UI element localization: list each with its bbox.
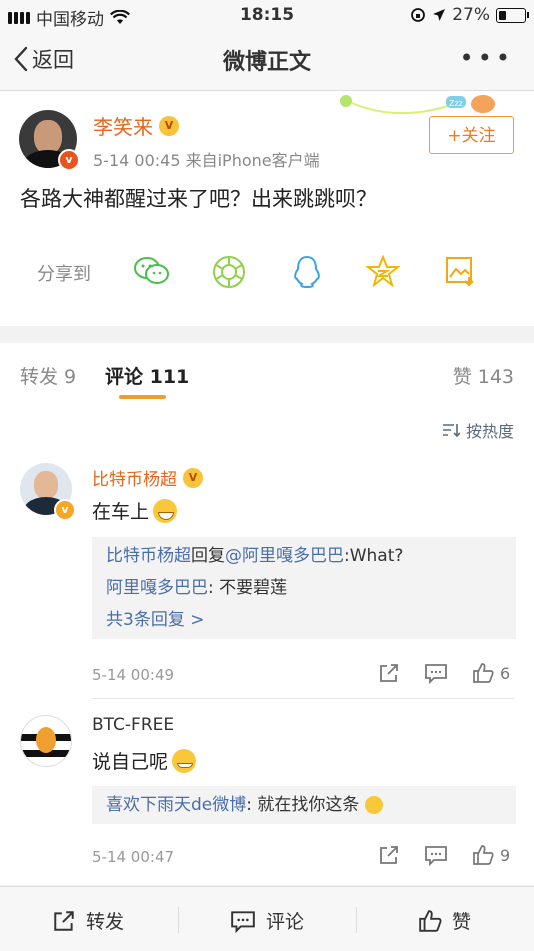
commenter-name[interactable]: 比特币杨超 <box>92 465 177 490</box>
save-image-icon[interactable] <box>444 255 476 287</box>
sort-label: 按热度 <box>465 422 514 441</box>
reply-line: 比特币杨超回复@阿里嘎多巴巴:What? <box>106 546 404 566</box>
bottom-action-bar: 转发 评论 赞 <box>0 886 534 951</box>
comment-time: 5-14 00:47 <box>92 848 175 866</box>
like-label: 赞 <box>452 911 472 933</box>
commenter-avatar[interactable] <box>20 715 72 767</box>
comment-list: 按热度 v 比特币杨超 V 在车上 比特币杨超回复@阿里嘎多巴巴:What? 阿… <box>0 405 534 885</box>
active-tab-indicator <box>119 395 166 399</box>
moments-icon[interactable] <box>212 255 246 289</box>
battery-percent: 27% <box>452 5 490 25</box>
sort-button[interactable]: 按热度 <box>442 418 514 442</box>
thumbs-up-icon <box>473 845 494 865</box>
share-label: 分享到 <box>37 264 91 285</box>
repost-label: 转发 <box>86 911 125 933</box>
reply-icon[interactable] <box>424 662 448 684</box>
nav-bar: 返回 微博正文 ••• <box>0 30 534 91</box>
qzone-icon[interactable] <box>366 255 400 287</box>
like-post-button[interactable]: 赞 <box>418 907 471 934</box>
smug-emoji-icon <box>172 748 197 773</box>
comment-icon <box>231 910 255 933</box>
member-crown-icon: V <box>159 115 179 136</box>
reply-preview[interactable]: 喜欢下雨天de微博: 就在找你这条 <box>92 786 516 824</box>
post-time-source: 5-14 00:45 来自iPhone客户端 <box>93 151 320 170</box>
wechat-icon[interactable] <box>133 255 171 287</box>
post-tabs: 转发 9 评论 111 赞 143 <box>0 343 534 406</box>
more-options-button[interactable]: ••• <box>460 44 514 72</box>
more-replies-link[interactable]: 共3条回复 > <box>92 604 516 636</box>
tab-comments[interactable]: 评论 111 <box>105 362 189 389</box>
post-content: 各路大神都醒过来了吧？出来跳跳呗？ <box>20 187 377 211</box>
verified-badge-icon: v <box>54 499 76 521</box>
reply-line: 喜欢下雨天de微博: 就在找你这条 <box>92 789 516 821</box>
decoration-sleeping-cat-icon: Zzz <box>340 95 495 115</box>
divider <box>356 907 357 933</box>
divider <box>178 907 179 933</box>
grin-emoji-icon <box>153 498 178 523</box>
author-name[interactable]: 李笑来 <box>93 111 153 140</box>
reply-line: 阿里嘎多巴巴: 不要碧莲 <box>106 578 288 598</box>
comment-text: 在车上 <box>92 501 150 523</box>
repost-icon[interactable] <box>378 844 400 866</box>
status-bar: 中国移动 18:15 27% <box>0 0 534 30</box>
sort-icon <box>442 424 460 438</box>
thumbs-up-icon <box>473 663 494 683</box>
like-button[interactable]: 6 <box>472 662 510 684</box>
comment-button[interactable]: 评论 <box>230 907 304 934</box>
repost-icon[interactable] <box>378 662 400 684</box>
reply-icon[interactable] <box>424 844 448 866</box>
comment-time: 5-14 00:49 <box>92 666 175 684</box>
comment-label: 评论 <box>266 911 305 933</box>
repost-button[interactable]: 转发 <box>52 907 124 934</box>
location-icon <box>433 9 446 21</box>
thumbs-up-icon <box>419 909 442 932</box>
battery-icon <box>496 7 529 23</box>
share-row: 分享到 <box>0 249 534 293</box>
cat-emoji-icon <box>364 796 383 814</box>
svg-text:Zzz: Zzz <box>449 99 463 108</box>
page-title: 微博正文 <box>222 50 311 75</box>
like-button[interactable]: 9 <box>472 844 510 866</box>
commenter-name[interactable]: BTC-FREE <box>92 715 174 735</box>
reply-preview[interactable]: 比特币杨超回复@阿里嘎多巴巴:What? 阿里嘎多巴巴: 不要碧莲 共3条回复 … <box>92 537 516 639</box>
verified-badge-icon: v <box>58 149 80 171</box>
member-crown-icon: V <box>183 467 203 488</box>
orientation-lock-icon <box>411 8 426 22</box>
like-count: 9 <box>500 845 511 865</box>
comment-text: 说自己呢 <box>92 751 169 773</box>
like-count: 6 <box>500 663 511 683</box>
tab-repost[interactable]: 转发 9 <box>20 362 76 389</box>
qq-icon[interactable] <box>292 255 322 289</box>
weibo-post: Zzz v 李笑来 V 5-14 00:45 来自iPhone客户端 +关注 各… <box>0 91 534 326</box>
follow-button[interactable]: +关注 <box>429 116 514 154</box>
tab-likes[interactable]: 赞 143 <box>453 362 514 389</box>
comment-divider <box>92 698 514 699</box>
repost-icon <box>54 910 74 931</box>
